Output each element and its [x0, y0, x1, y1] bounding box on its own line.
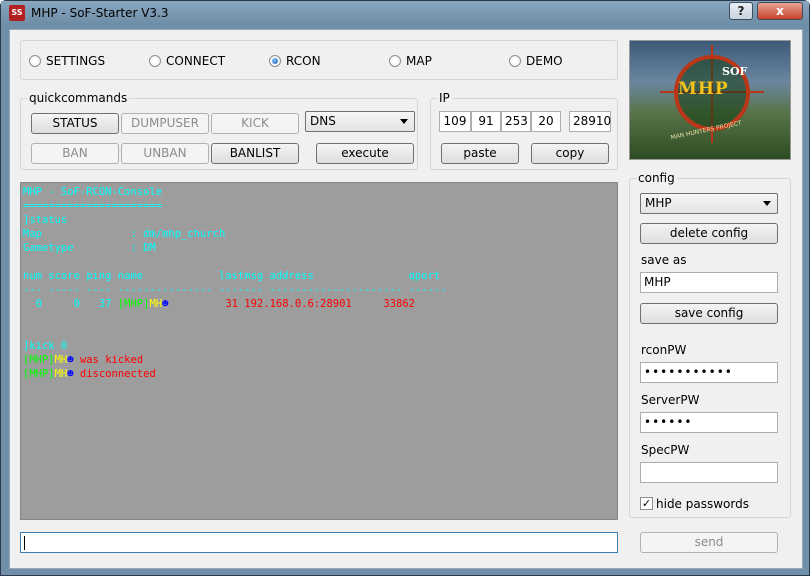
server-password-label: ServerPW [641, 393, 700, 407]
status-button[interactable]: STATUS [31, 113, 119, 134]
mhp-logo-image: MHP SOF MAN HUNTERS PROJECT [629, 40, 791, 160]
chevron-down-icon [400, 119, 408, 124]
console-kicked-line: [MHP]MH☻ was kicked [23, 353, 615, 367]
player-clan-tag: [MHP] [23, 354, 55, 366]
copy-button[interactable]: copy [531, 143, 609, 164]
console-line: MHP - SoF-RCON-Console [23, 186, 163, 198]
player-name: MH [149, 298, 163, 310]
console-line: ]kick 0 [23, 340, 68, 352]
execute-button[interactable]: execute [316, 143, 414, 164]
ip-octet-2[interactable]: 91 [471, 111, 501, 132]
console-line: num score ping name lastmsg address qpor… [23, 270, 441, 282]
radio-settings[interactable]: SETTINGS [29, 54, 105, 68]
server-password-field[interactable]: •••••• [640, 412, 778, 433]
command-input[interactable] [20, 532, 618, 553]
radio-label: DEMO [526, 54, 563, 68]
console-disconnected-line: [MHP]MH☻ disconnected [23, 367, 615, 381]
ip-group: IP 109 91 253 20 28910 paste copy [430, 91, 618, 170]
save-as-field[interactable]: MHP [640, 272, 778, 293]
disconnected-message: disconnected [73, 368, 156, 380]
banlist-button[interactable]: BANLIST [211, 143, 299, 164]
radio-connect[interactable]: CONNECT [149, 54, 225, 68]
console-player-row: 0 0 37 [MHP]MH☻ 31 192.168.0.6:28901 338… [23, 297, 615, 311]
delete-config-button[interactable]: delete config [640, 223, 778, 244]
hide-passwords-checkbox[interactable]: ✓ [640, 497, 653, 510]
console-line: ]status [23, 214, 68, 226]
console-line: ====================== [23, 200, 163, 212]
radio-indicator [29, 55, 41, 67]
save-config-button[interactable]: save config [640, 303, 778, 324]
ban-button[interactable]: BAN [31, 143, 119, 164]
radio-demo[interactable]: DEMO [509, 54, 563, 68]
radio-label: MAP [406, 54, 432, 68]
quickcommands-title: quickcommands [27, 91, 130, 105]
port-field[interactable]: 28910 [569, 111, 611, 132]
radio-indicator [149, 55, 161, 67]
hide-passwords-label: hide passwords [656, 497, 749, 511]
player-name: MH [54, 368, 68, 380]
kick-button[interactable]: KICK [211, 113, 299, 134]
radio-rcon[interactable]: RCON [269, 54, 321, 68]
quickcommands-group: quickcommands STATUS DUMPUSER KICK DNS B… [20, 91, 418, 170]
kicked-message: was kicked [73, 354, 144, 366]
app-window: SS MHP - SoF-Starter V3.3 ? x SETTINGS C… [0, 0, 810, 576]
ip-title: IP [437, 91, 452, 105]
config-select[interactable]: MHP [640, 193, 778, 214]
spec-password-label: SpecPW [641, 443, 690, 457]
select-value: MHP [645, 196, 672, 210]
radio-label: SETTINGS [46, 54, 106, 68]
player-clan-tag: [MHP] [117, 298, 150, 310]
quickcommand-select[interactable]: DNS [305, 111, 415, 132]
dumpuser-button[interactable]: DUMPUSER [121, 113, 209, 134]
config-group: config MHP delete config save as MHP sav… [629, 171, 791, 518]
send-button[interactable]: send [640, 532, 778, 553]
console-line: --- ----- ---- --------------- ------- -… [23, 284, 447, 296]
title-bar[interactable]: SS MHP - SoF-Starter V3.3 ? x [1, 1, 809, 25]
logo-text: MHP [678, 79, 729, 99]
rcon-console-output[interactable]: MHP - SoF-RCON-Console ==================… [20, 182, 618, 520]
mode-selector: SETTINGS CONNECT RCON MAP DEMO [20, 40, 618, 80]
logo-badge: SOF [722, 65, 748, 78]
window-title: MHP - SoF-Starter V3.3 [31, 6, 169, 20]
ip-octet-3[interactable]: 253 [501, 111, 531, 132]
player-address: 31 192.168.0.6:28901 33862 [168, 298, 415, 310]
radio-label: RCON [286, 54, 321, 68]
chevron-down-icon [763, 201, 771, 206]
unban-button[interactable]: UNBAN [121, 143, 209, 164]
paste-button[interactable]: paste [441, 143, 519, 164]
rcon-password-field[interactable]: ••••••••••• [640, 362, 778, 383]
radio-indicator [509, 55, 521, 67]
ip-octet-4[interactable]: 20 [531, 111, 561, 132]
rcon-password-label: rconPW [641, 343, 687, 357]
spec-password-field[interactable] [640, 462, 778, 483]
close-button[interactable]: x [757, 2, 803, 20]
radio-indicator-checked [269, 55, 281, 67]
text-caret [24, 536, 25, 550]
radio-label: CONNECT [166, 54, 226, 68]
client-area: SETTINGS CONNECT RCON MAP DEMO quickcomm… [9, 29, 803, 569]
help-button[interactable]: ? [729, 2, 753, 20]
player-clan-tag: [MHP] [23, 368, 55, 380]
radio-indicator [389, 55, 401, 67]
ip-octet-1[interactable]: 109 [439, 111, 471, 132]
app-logo-icon: SS [9, 5, 25, 21]
select-value: DNS [310, 114, 336, 128]
radio-map[interactable]: MAP [389, 54, 432, 68]
player-stats: 0 0 37 [23, 298, 118, 310]
console-line: Map : dm/mhp_church [23, 228, 226, 240]
save-as-label: save as [641, 253, 687, 267]
player-name: MH [54, 354, 68, 366]
console-line: Gametype : DM [23, 242, 156, 254]
config-title: config [636, 171, 677, 185]
